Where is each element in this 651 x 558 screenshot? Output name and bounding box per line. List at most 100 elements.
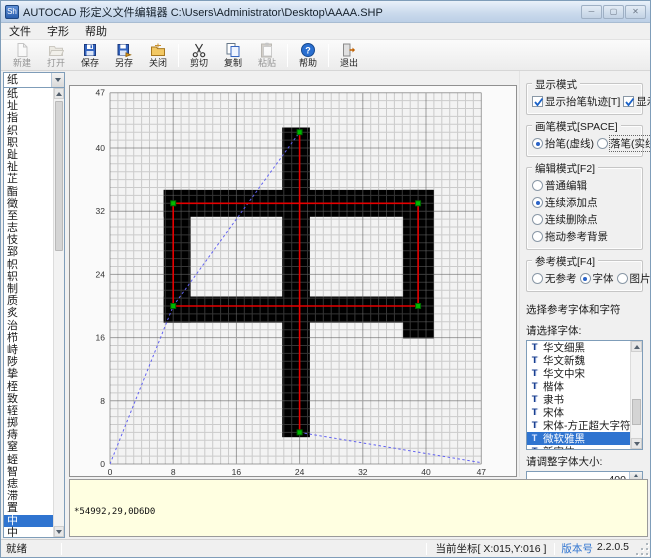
toolbar-button-save-as[interactable]: 另存 — [107, 41, 141, 70]
toolbar-button-new-file: 新建 — [5, 41, 39, 70]
edit-mode-option-1[interactable]: 普通编辑 — [532, 178, 587, 193]
version-label[interactable]: 版本号 — [561, 541, 593, 556]
window-title: AUTOCAD 形定义文件编辑器 C:\Users\Administrator\… — [23, 4, 581, 20]
menu-item-1[interactable]: 文件 — [1, 22, 39, 40]
toolbar-button-label: 退出 — [340, 58, 358, 68]
radio-icon[interactable] — [532, 231, 543, 242]
window-controls: ─ ▢ ✕ — [581, 5, 646, 19]
radio-icon[interactable] — [532, 214, 543, 225]
save-as-icon — [116, 42, 132, 58]
paste-icon — [259, 42, 275, 58]
toolbar-separator — [287, 44, 288, 67]
scroll-up-icon[interactable] — [54, 88, 64, 99]
shape-code-editor[interactable]: *54992,29,0D6D0 2,8,(8,20),1,9,(0,13),(3… — [69, 479, 648, 537]
main-area: 纸 纸址指织职趾祉芷酯徵至志忮郅帜轵制质炙治栉峙陟挚桎致轾掷痔窒蛭智痣滞置中中 … — [1, 71, 650, 539]
edit-mode-option-label: 拖动参考背景 — [545, 229, 608, 244]
minimize-button[interactable]: ─ — [581, 5, 602, 19]
toolbar-button-label: 剪切 — [190, 58, 208, 68]
char-search-combo[interactable]: 纸 — [3, 72, 65, 88]
combo-dropdown-button[interactable] — [51, 73, 64, 87]
ref-mode-option-3[interactable]: 图片 — [617, 271, 651, 286]
scroll-down-icon[interactable] — [631, 438, 642, 449]
svg-text:24: 24 — [96, 269, 106, 279]
radio-icon[interactable] — [617, 273, 628, 284]
glyph-grid-canvas[interactable]: 008816162424323240404747 — [70, 86, 517, 477]
pen-mode-option-1[interactable]: 抬笔(虚线) — [532, 136, 594, 151]
svg-text:16: 16 — [96, 333, 106, 343]
resize-grip-icon[interactable] — [635, 542, 649, 556]
scroll-down-icon[interactable] — [54, 526, 64, 537]
ref-mode-option-1[interactable]: 无参考 — [532, 271, 577, 286]
display-option-1[interactable]: 显示抬笔轨迹[T] — [532, 94, 620, 109]
toolbar-button-label: 关闭 — [149, 58, 167, 68]
ref-mode-option-2[interactable]: 字体 — [580, 271, 614, 286]
code-line-1: *54992,29,0D6D0 — [74, 506, 643, 518]
font-list: T华文细黑T华文新魏T华文中宋T楷体T隶书T宋体T宋体-方正超大字符集T微软雅黑… — [526, 340, 643, 450]
toolbar-button-copy[interactable]: 复制 — [216, 41, 250, 70]
toolbar-button-label: 新建 — [13, 58, 31, 68]
font-section-title: 选择参考字体和字符 — [526, 302, 643, 317]
radio-selected-icon[interactable] — [532, 197, 543, 208]
char-search-value[interactable]: 纸 — [4, 73, 51, 87]
font-list-scrollbar[interactable] — [630, 341, 642, 449]
menu-item-2[interactable]: 字形 — [39, 22, 77, 40]
edit-mode-option-2[interactable]: 连续添加点 — [532, 195, 598, 210]
radio-selected-icon[interactable] — [532, 138, 543, 149]
edit-mode-option-3[interactable]: 连续删除点 — [532, 212, 598, 227]
toolbar-button-help[interactable]: ? 帮助 — [291, 41, 325, 70]
scroll-up-icon[interactable] — [631, 341, 642, 352]
exit-icon — [341, 42, 357, 58]
char-sidebar: 纸 纸址指织职趾祉芷酯徵至志忮郅帜轵制质炙治栉峙陟挚桎致轾掷痔窒蛭智痣滞置中中 — [1, 71, 67, 539]
status-coordinates: 当前坐标[ X:015,Y:016 ] — [427, 541, 554, 556]
new-file-icon — [14, 42, 30, 58]
radio-icon[interactable] — [597, 138, 608, 149]
toolbar-separator — [178, 44, 179, 67]
edit-mode-option-label: 连续删除点 — [545, 212, 598, 227]
radio-selected-icon[interactable] — [580, 273, 591, 284]
radio-icon[interactable] — [532, 273, 543, 284]
toolbar-button-label: 另存 — [115, 58, 133, 68]
display-option-label: 显示点[X] — [636, 94, 651, 109]
toolbar-button-close-folder[interactable]: 关闭 — [141, 41, 175, 70]
toolbar-button-paste: 粘贴 — [250, 41, 284, 70]
edit-mode-option-label: 连续添加点 — [545, 195, 598, 210]
version-value: 2.2.0.5 — [597, 541, 629, 556]
maximize-button[interactable]: ▢ — [603, 5, 624, 19]
radio-icon[interactable] — [532, 180, 543, 191]
svg-text:?: ? — [305, 45, 311, 55]
app-window: Sh AUTOCAD 形定义文件编辑器 C:\Users\Administrat… — [0, 0, 651, 558]
close-button[interactable]: ✕ — [625, 5, 646, 19]
statusbar: 就绪 当前坐标[ X:015,Y:016 ] 版本号 2.2.0.5 — [1, 539, 650, 557]
menu-item-3[interactable]: 帮助 — [77, 22, 115, 40]
status-ready: 就绪 — [1, 541, 61, 556]
truetype-font-icon: T — [529, 446, 540, 450]
pen-mode-option-2[interactable]: 落笔(实线) — [597, 136, 651, 151]
group-title: 编辑模式[F2] — [532, 161, 598, 176]
cut-icon — [191, 42, 207, 58]
edit-mode-option-4[interactable]: 拖动参考背景 — [532, 229, 608, 244]
ref-mode-option-label: 字体 — [593, 271, 614, 286]
toolbar-button-label: 打开 — [47, 58, 65, 68]
display-option-2[interactable]: 显示点[X] — [623, 94, 651, 109]
checkbox-checked-icon[interactable] — [623, 96, 634, 107]
toolbar-button-exit[interactable]: 退出 — [332, 41, 366, 70]
font-size-label: 请调整字体大小: — [526, 454, 643, 469]
checkbox-checked-icon[interactable] — [532, 96, 543, 107]
titlebar: Sh AUTOCAD 形定义文件编辑器 C:\Users\Administrat… — [1, 1, 650, 23]
status-separator — [61, 543, 62, 555]
edit-mode-group: 编辑模式[F2] 普通编辑连续添加点连续删除点拖动参考背景 — [526, 167, 643, 250]
toolbar-button-label: 帮助 — [299, 58, 317, 68]
scrollbar-thumb[interactable] — [55, 101, 63, 251]
svg-text:47: 47 — [477, 467, 487, 477]
scrollbar-thumb[interactable] — [632, 399, 641, 425]
help-icon: ? — [300, 42, 316, 58]
toolbar-button-label: 保存 — [81, 58, 99, 68]
truetype-font-icon: T — [529, 407, 540, 418]
glyph-canvas-panel[interactable]: 008816162424323240404747 — [69, 85, 517, 477]
toolbar-button-save[interactable]: 保存 — [73, 41, 107, 70]
char-list-scrollbar[interactable] — [53, 88, 64, 537]
svg-text:8: 8 — [100, 396, 105, 406]
svg-text:16: 16 — [232, 467, 242, 477]
toolbar-button-cut[interactable]: 剪切 — [182, 41, 216, 70]
truetype-font-icon: T — [529, 355, 540, 366]
